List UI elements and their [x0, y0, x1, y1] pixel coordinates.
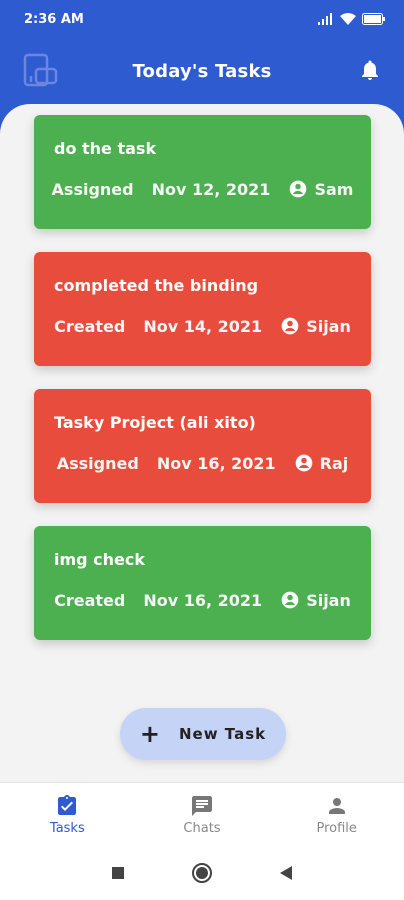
user-circle-icon [290, 180, 307, 198]
nav-label: Profile [316, 820, 357, 836]
chat-icon [192, 795, 212, 816]
task-title: completed the binding [54, 276, 259, 295]
app-logo-icon [23, 53, 58, 87]
task-date: Nov 16, 2021 [143, 590, 263, 610]
app-bar: Today's Tasks [0, 38, 404, 104]
task-meta: Created Nov 16, 2021 Sijan [34, 590, 371, 610]
person-icon [328, 797, 345, 814]
signal-icon [318, 13, 332, 25]
task-status: Assigned [51, 179, 134, 199]
task-meta: Assigned Nov 12, 2021 Sam [34, 179, 371, 199]
user-circle-icon [295, 454, 312, 472]
nav-item-tasks[interactable]: Tasks [0, 783, 135, 846]
task-assignee: Sijan [280, 316, 351, 336]
assignee-name: Sijan [306, 590, 351, 610]
task-card[interactable]: do the task Assigned Nov 12, 2021 Sam [34, 115, 371, 229]
notification-bell-icon[interactable] [358, 58, 382, 82]
task-status: Assigned [56, 453, 139, 473]
task-assignee: Sijan [280, 590, 351, 610]
wifi-icon [340, 13, 356, 25]
task-title: do the task [54, 139, 157, 158]
status-bar: 2:36 AM [0, 0, 404, 38]
task-date: Nov 16, 2021 [156, 453, 276, 473]
back-triangle-icon[interactable] [279, 865, 293, 881]
task-status: Created [54, 590, 126, 610]
task-assignee: Raj [294, 453, 349, 473]
assignee-name: Raj [319, 453, 349, 473]
bottom-nav: Tasks Chats Profile [0, 782, 404, 846]
nav-item-profile[interactable]: Profile [269, 783, 404, 846]
task-status: Created [54, 316, 126, 336]
assignee-name: Sijan [306, 316, 351, 336]
new-task-button[interactable]: + New Task [120, 708, 286, 760]
page-title: Today's Tasks [132, 60, 272, 82]
task-assignee: Sam [288, 179, 353, 199]
task-clipboard-icon [58, 794, 77, 815]
user-circle-icon [281, 591, 299, 609]
new-task-label: New Task [178, 725, 267, 743]
assignee-name: Sam [314, 179, 354, 199]
task-meta: Assigned Nov 16, 2021 Raj [34, 453, 371, 473]
task-date: Nov 12, 2021 [151, 179, 271, 199]
task-card[interactable]: completed the binding Created Nov 14, 20… [34, 252, 371, 366]
nav-label: Chats [183, 820, 221, 836]
task-list-sheet: do the task Assigned Nov 12, 2021 Sam co… [0, 104, 404, 782]
task-title: img check [54, 550, 146, 569]
nav-label: Tasks [49, 820, 85, 836]
task-card[interactable]: Tasky Project (ali xito) Assigned Nov 16… [34, 389, 371, 503]
status-icons [318, 13, 386, 25]
battery-icon [362, 13, 385, 25]
recents-square-icon[interactable] [111, 866, 125, 880]
user-circle-icon [281, 317, 299, 335]
task-meta: Created Nov 14, 2021 Sijan [34, 316, 371, 336]
status-time: 2:36 AM [24, 11, 84, 27]
plus-icon: + [139, 720, 161, 748]
nav-item-chats[interactable]: Chats [135, 783, 270, 846]
system-nav-bar [0, 846, 404, 900]
task-title: Tasky Project (ali xito) [54, 413, 256, 432]
home-circle-icon[interactable] [191, 862, 213, 884]
task-card[interactable]: img check Created Nov 16, 2021 Sijan [34, 526, 371, 640]
task-date: Nov 14, 2021 [143, 316, 263, 336]
